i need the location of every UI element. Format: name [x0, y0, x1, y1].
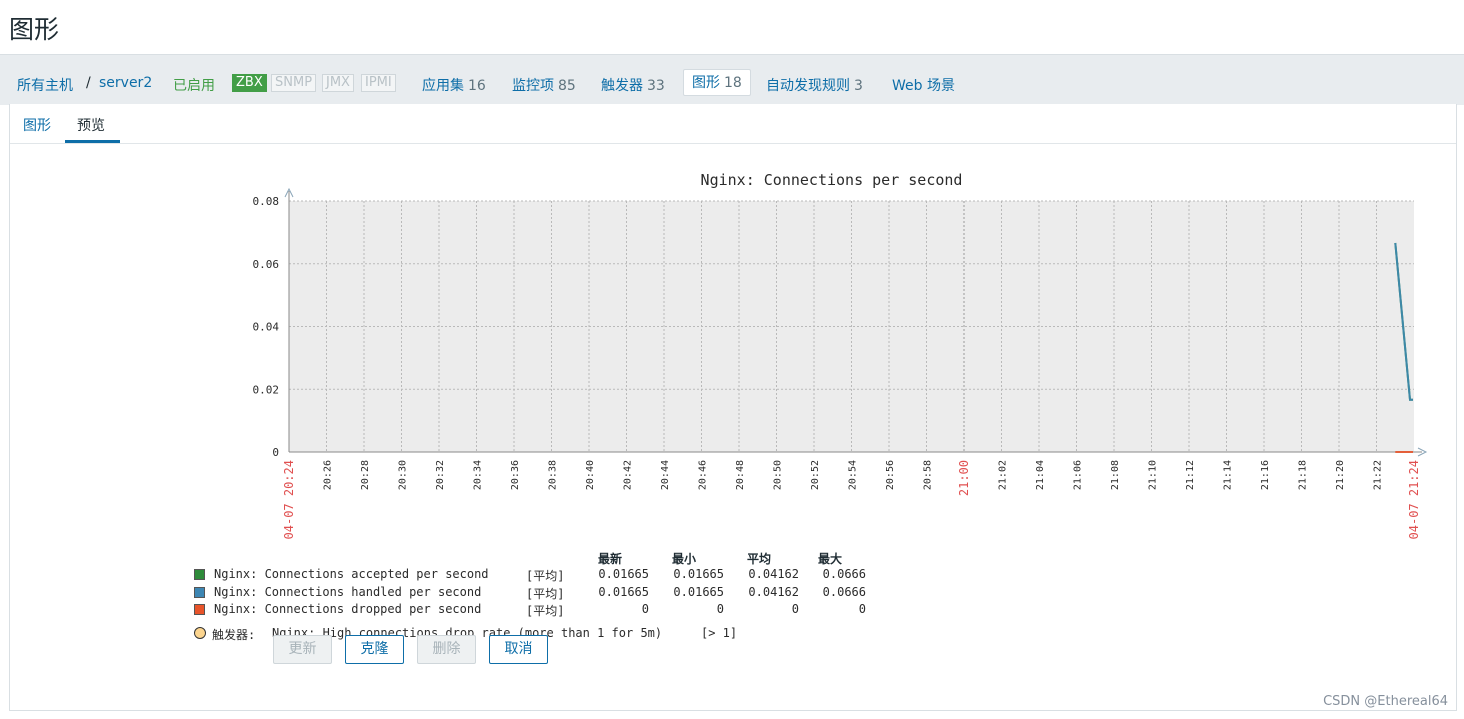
x-tick-label: 20:54	[848, 460, 859, 490]
x-tick-label: 20:42	[623, 460, 634, 490]
legend-min: 0.01665	[673, 567, 724, 581]
watermark: CSDN @Ethereal64	[1323, 694, 1448, 709]
legend-series-name: Nginx: Connections accepted per second	[214, 567, 489, 581]
x-tick-label: 20:36	[510, 460, 521, 490]
x-tick-label: 20:44	[660, 460, 671, 490]
legend-function: [平均]	[526, 604, 565, 618]
delete-button[interactable]: 删除	[417, 635, 476, 664]
x-tick-label: 21:18	[1298, 460, 1309, 490]
host-nav-bar: 所有主机 / server2 已启用 ZBX SNMP JMX IPMI 应用集…	[0, 54, 1464, 105]
x-tick-label: 21:22	[1373, 460, 1384, 490]
legend-min: 0.01665	[673, 585, 724, 599]
page-title: 图形	[9, 15, 60, 44]
protocol-snmp-badge: SNMP	[271, 74, 317, 92]
x-tick-label: 21:04	[1035, 460, 1046, 490]
legend-avg: 0.04162	[748, 585, 799, 599]
host-status[interactable]: 已启用	[173, 75, 215, 95]
x-tick-label: 20:48	[735, 460, 746, 490]
x-tick-label: 21:08	[1110, 460, 1121, 490]
x-tick-label: 21:06	[1073, 460, 1084, 490]
legend-max: 0	[858, 602, 866, 616]
clone-button[interactable]: 克隆	[345, 635, 404, 664]
x-tick-label: 21:16	[1260, 460, 1271, 490]
x-tick-label: 20:38	[548, 460, 559, 490]
legend-swatch	[194, 587, 205, 598]
x-tick-label: 21:00	[957, 460, 971, 496]
legend-max: 0.0666	[822, 567, 866, 581]
update-button[interactable]: 更新	[273, 635, 332, 664]
graph-chart: Nginx: Connections per second 0.08 0.06 0.0…	[253, 171, 1428, 539]
breadcrumb-all-hosts[interactable]: 所有主机	[17, 75, 73, 95]
legend-last: 0.01665	[598, 585, 649, 599]
legend-avg: 0	[791, 602, 799, 616]
x-tick-label: 20:58	[923, 460, 934, 490]
y-tick-label: 0.02	[253, 383, 280, 396]
trigger-prefix: 触发器:	[212, 628, 256, 642]
x-tick-label: 20:30	[398, 460, 409, 490]
y-tick-label: 0.06	[253, 258, 280, 271]
protocol-jmx-badge: JMX	[322, 74, 354, 92]
trigger-icon	[194, 627, 206, 639]
x-tick-label: 20:46	[698, 460, 709, 490]
x-tick-label: 20:28	[360, 460, 371, 490]
legend-series-name: Nginx: Connections handled per second	[214, 585, 482, 599]
x-tick-label: 21:10	[1148, 460, 1159, 490]
y-tick-label: 0.08	[253, 195, 280, 208]
nav-triggers[interactable]: 触发器 33	[601, 75, 665, 95]
legend-series-name: Nginx: Connections dropped per second	[214, 602, 482, 616]
nav-items[interactable]: 监控项 85	[512, 75, 576, 95]
legend-header-min: 最小	[672, 552, 697, 566]
x-tick-label: 21:14	[1223, 460, 1234, 490]
protocol-zbx-badge: ZBX	[232, 74, 267, 92]
legend-swatch	[194, 569, 205, 580]
x-tick-label: 20:50	[773, 460, 784, 490]
legend-row-handled: Nginx: Connections handled per second [平…	[194, 585, 894, 601]
cancel-button[interactable]: 取消	[489, 635, 548, 664]
legend-header-last: 最新	[598, 552, 623, 566]
page-header: 图形	[0, 0, 1464, 54]
legend-row-dropped: Nginx: Connections dropped per second [平…	[194, 602, 894, 618]
legend-last: 0.01665	[598, 567, 649, 581]
trigger-condition: [> 1]	[701, 626, 738, 640]
x-tick-label: 20:26	[323, 460, 334, 490]
x-tick-label: 20:32	[435, 460, 446, 490]
x-tick-label: 21:20	[1335, 460, 1346, 490]
legend-last: 0	[641, 602, 649, 616]
y-tick-label: 0.04	[253, 321, 280, 334]
legend-header-max: 最大	[818, 552, 843, 566]
legend-swatch	[194, 604, 205, 615]
legend-max: 0.0666	[822, 585, 866, 599]
legend-min: 0	[716, 602, 724, 616]
legend-row-accepted: Nginx: Connections accepted per second […	[194, 567, 894, 583]
x-tick-label: 04-07 20:24	[282, 460, 296, 539]
nav-applications[interactable]: 应用集 16	[422, 75, 486, 95]
protocol-ipmi-badge: IPMI	[361, 74, 396, 92]
graph-preview-panel: 图形 预览 Nginx: Connections per second 0.08 0…	[9, 104, 1457, 711]
legend-function: [平均]	[526, 587, 565, 601]
x-tick-label: 20:34	[473, 460, 484, 490]
x-tick-label: 21:12	[1185, 460, 1196, 490]
x-tick-label: 04-07 21:24	[1407, 460, 1421, 539]
x-tick-label: 21:02	[998, 460, 1009, 490]
x-tick-label: 20:56	[885, 460, 896, 490]
breadcrumb-separator: /	[86, 75, 91, 91]
legend-header-avg: 平均	[747, 552, 772, 566]
legend-avg: 0.04162	[748, 567, 799, 581]
x-tick-label: 20:52	[810, 460, 821, 490]
chart-title: Nginx: Connections per second	[701, 171, 963, 189]
legend-function: [平均]	[526, 569, 565, 583]
breadcrumb-host[interactable]: server2	[99, 75, 152, 91]
nav-web-scenarios[interactable]: Web 场景	[892, 75, 955, 95]
x-tick-label: 20:40	[585, 460, 596, 490]
nav-discovery-rules[interactable]: 自动发现规则 3	[766, 75, 863, 95]
y-tick-label: 0	[272, 446, 279, 459]
nav-graphs[interactable]: 图形 18	[683, 69, 751, 96]
